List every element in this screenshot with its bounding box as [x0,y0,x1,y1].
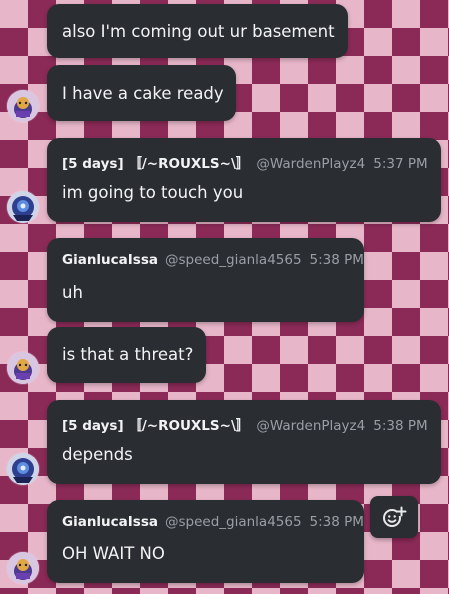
message-bubble[interactable]: [5 days] 〚/~ROUXLS~\〛 @WardenPlayz4 5:37… [47,138,441,222]
author-handle: @speed_gianla4565 [164,252,302,268]
timestamp: 5:38 PM [373,418,428,434]
rouxls-avatar-icon [7,453,39,485]
timestamp: 5:37 PM [373,156,428,172]
author-handle: @WardenPlayz4 [256,418,366,434]
gianluca-avatar-icon [7,352,39,384]
message-text: I have a cake ready [62,84,224,103]
message-bubble[interactable]: GianlucaIssa @speed_gianla4565 5:38 PM u… [47,238,364,322]
add-reaction-button[interactable] [370,496,418,538]
message-text: also I'm coming out ur basement [62,22,335,41]
message-bubble[interactable]: is that a threat? [47,327,206,383]
message-text: is that a threat? [62,345,194,364]
message-header: GianlucaIssa @speed_gianla4565 5:38 PM [62,252,364,268]
message-text: uh [62,283,83,302]
message-bubble[interactable]: I have a cake ready [47,65,236,121]
message-text: depends [62,445,133,464]
gianluca-avatar-icon [7,90,39,122]
message-text: im going to touch you [62,183,244,202]
message-header: GianlucaIssa @speed_gianla4565 5:38 PM [62,514,364,530]
author-name[interactable]: GianlucaIssa [62,514,158,530]
avatar[interactable] [7,90,39,122]
message-bubble[interactable]: GianlucaIssa @speed_gianla4565 5:38 PM O… [47,500,364,583]
message-header: [5 days] 〚/~ROUXLS~\〛 @WardenPlayz4 5:38… [62,414,428,434]
avatar[interactable] [7,453,39,485]
message-bubble[interactable]: [5 days] 〚/~ROUXLS~\〛 @WardenPlayz4 5:38… [47,400,441,484]
message-bubble[interactable]: also I'm coming out ur basement [47,4,348,58]
avatar[interactable] [7,352,39,384]
message-header: [5 days] 〚/~ROUXLS~\〛 @WardenPlayz4 5:37… [62,152,428,172]
timestamp: 5:38 PM [309,252,364,268]
author-handle: @speed_gianla4565 [164,514,302,530]
add-reaction-icon [383,506,407,527]
message-text: OH WAIT NO [62,544,165,563]
author-name[interactable]: GianlucaIssa [62,252,158,268]
avatar[interactable] [7,552,39,584]
author-handle: @WardenPlayz4 [256,156,366,172]
avatar[interactable] [7,191,39,223]
rouxls-avatar-icon [7,191,39,223]
gianluca-avatar-icon [7,552,39,584]
author-name[interactable]: [5 days] 〚/~ROUXLS~\〛 [62,152,249,172]
author-name[interactable]: [5 days] 〚/~ROUXLS~\〛 [62,414,249,434]
timestamp: 5:38 PM [309,514,364,530]
